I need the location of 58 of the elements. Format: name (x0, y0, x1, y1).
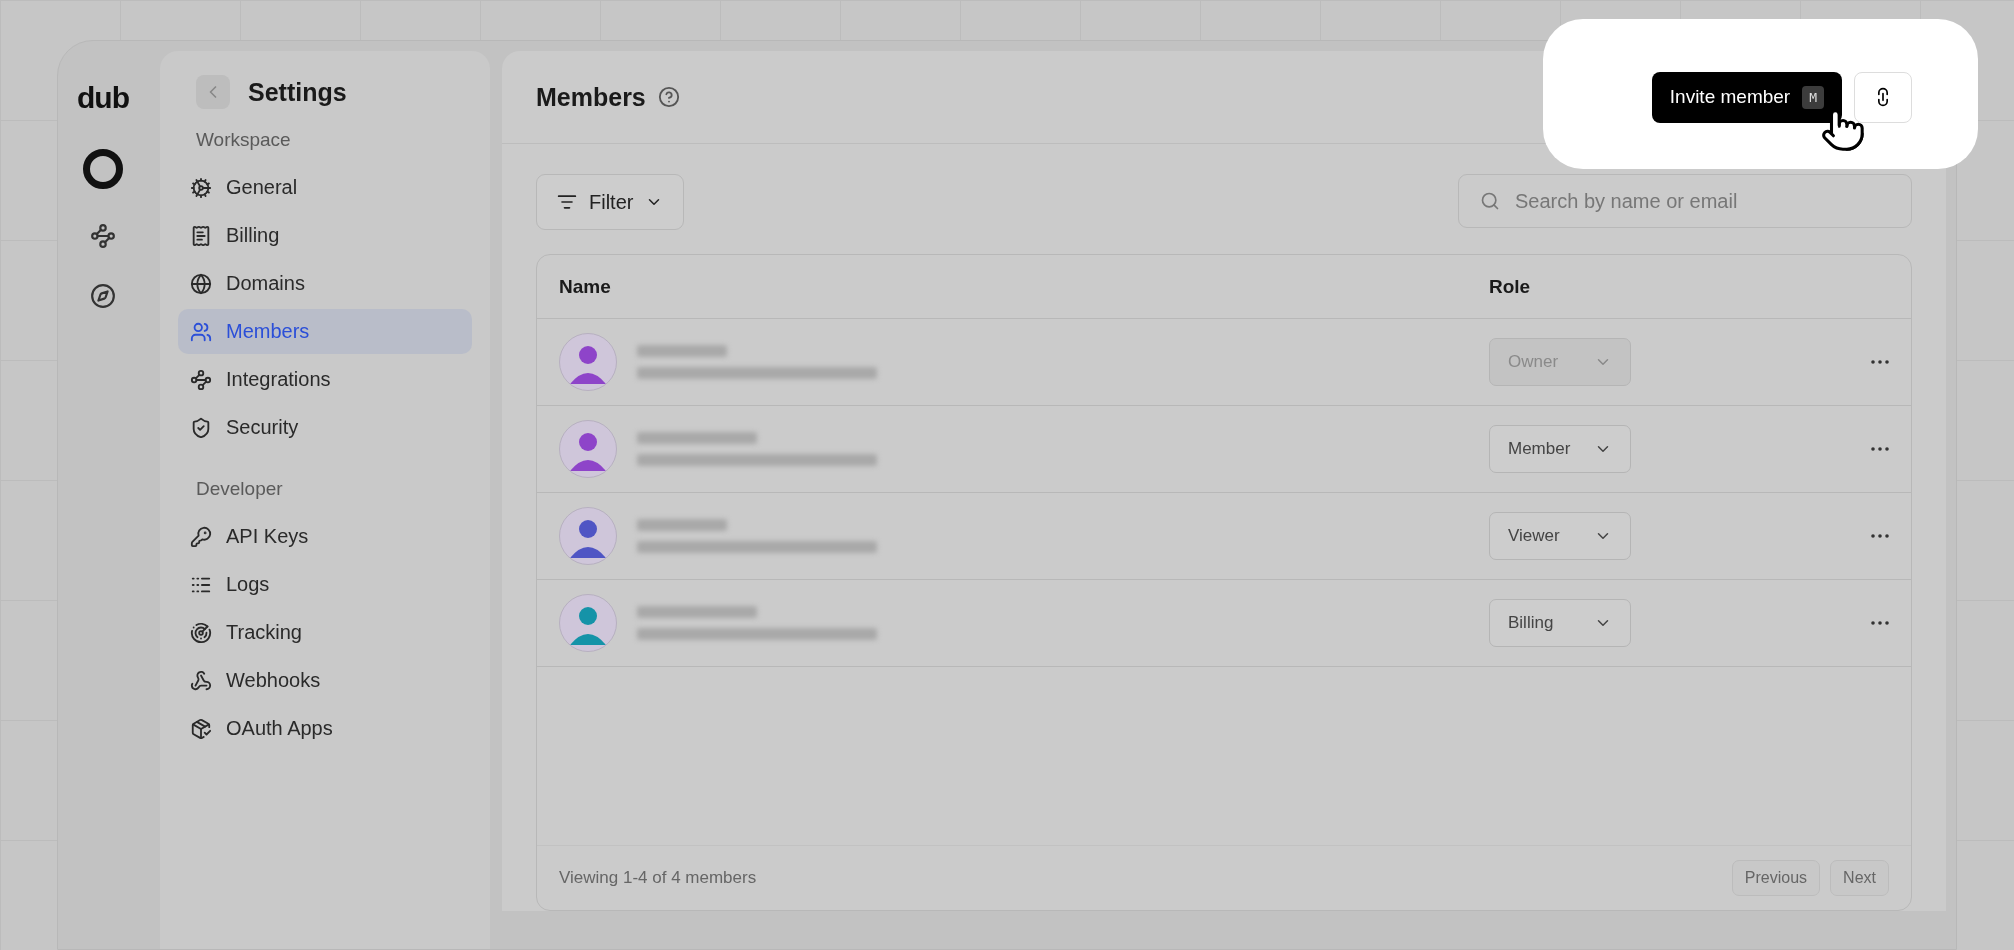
ellipsis-icon (1871, 534, 1889, 538)
filter-icon (557, 192, 577, 212)
column-header: Name (559, 275, 612, 298)
sidebar-item[interactable]: API Keys (178, 514, 472, 559)
sidebar-item[interactable]: Domains (178, 261, 472, 306)
sidebar-item[interactable]: Security (178, 405, 472, 450)
sidebar-item-label: Integrations (226, 368, 331, 391)
sidebar-item-label: API Keys (226, 525, 309, 548)
sidebar-item-label: Security (226, 416, 299, 439)
section-heading: Developer (195, 478, 284, 500)
sidebar-item[interactable]: Integrations (178, 357, 472, 402)
nav-icon (190, 224, 212, 247)
sidebar-item[interactable]: Logs (178, 562, 472, 607)
section-heading: Workspace (195, 129, 292, 151)
column-header: Role (1489, 275, 1532, 298)
nav-icon (190, 176, 212, 199)
workspace-logo-icon[interactable] (83, 149, 123, 189)
sidebar-item[interactable]: Tracking (178, 610, 472, 655)
help-icon[interactable] (657, 86, 680, 108)
sidebar-item-label: Tracking (226, 621, 302, 644)
sidebar-item[interactable]: OAuth Apps (178, 706, 472, 751)
sidebar-item-label: Domains (226, 272, 305, 295)
role-select[interactable]: Viewer (1489, 512, 1631, 560)
sidebar-item[interactable]: Webhooks (178, 658, 472, 703)
sidebar-item[interactable]: General (178, 165, 472, 210)
ellipsis-icon (1871, 621, 1889, 625)
app-logo: dub (77, 81, 129, 115)
search-icon (1480, 191, 1500, 211)
sidebar-item-label: Webhooks (226, 669, 321, 692)
compass-icon[interactable] (90, 283, 116, 309)
sidebar-item-label: General (226, 176, 298, 199)
sidebar-item-label: Logs (226, 573, 270, 596)
pagination-summary: Viewing 1-4 of 4 members (559, 868, 757, 888)
nav-icon (190, 272, 212, 295)
nav-icon (190, 525, 212, 548)
sidebar-item[interactable]: Billing (178, 213, 472, 258)
role-select[interactable]: Member (1489, 425, 1631, 473)
search-field[interactable]: Search by name or email (1458, 174, 1912, 228)
nodes-icon[interactable] (90, 223, 116, 249)
nav-icon (190, 717, 212, 740)
invite-member-button[interactable]: Invite member M (1651, 71, 1842, 123)
nav-icon (190, 669, 212, 692)
nav-icon (190, 320, 212, 343)
sidebar-item[interactable]: Members (178, 309, 472, 354)
nav-icon (190, 416, 212, 439)
ellipsis-icon (1871, 447, 1889, 451)
nav-icon (190, 368, 212, 391)
sidebar-item-label: Members (226, 320, 310, 343)
page-title: Members (536, 82, 646, 112)
ellipsis-icon (1871, 360, 1889, 364)
invite-link-button[interactable] (1854, 71, 1912, 123)
filter-button[interactable]: Filter (536, 174, 685, 230)
sidebar-title: Settings (248, 77, 347, 107)
sidebar-item-label: Billing (226, 224, 280, 247)
nav-icon (190, 621, 212, 644)
role-select[interactable]: Billing (1489, 599, 1631, 647)
sidebar-item-label: OAuth Apps (226, 717, 333, 740)
shortcut-key: M (1802, 85, 1824, 109)
